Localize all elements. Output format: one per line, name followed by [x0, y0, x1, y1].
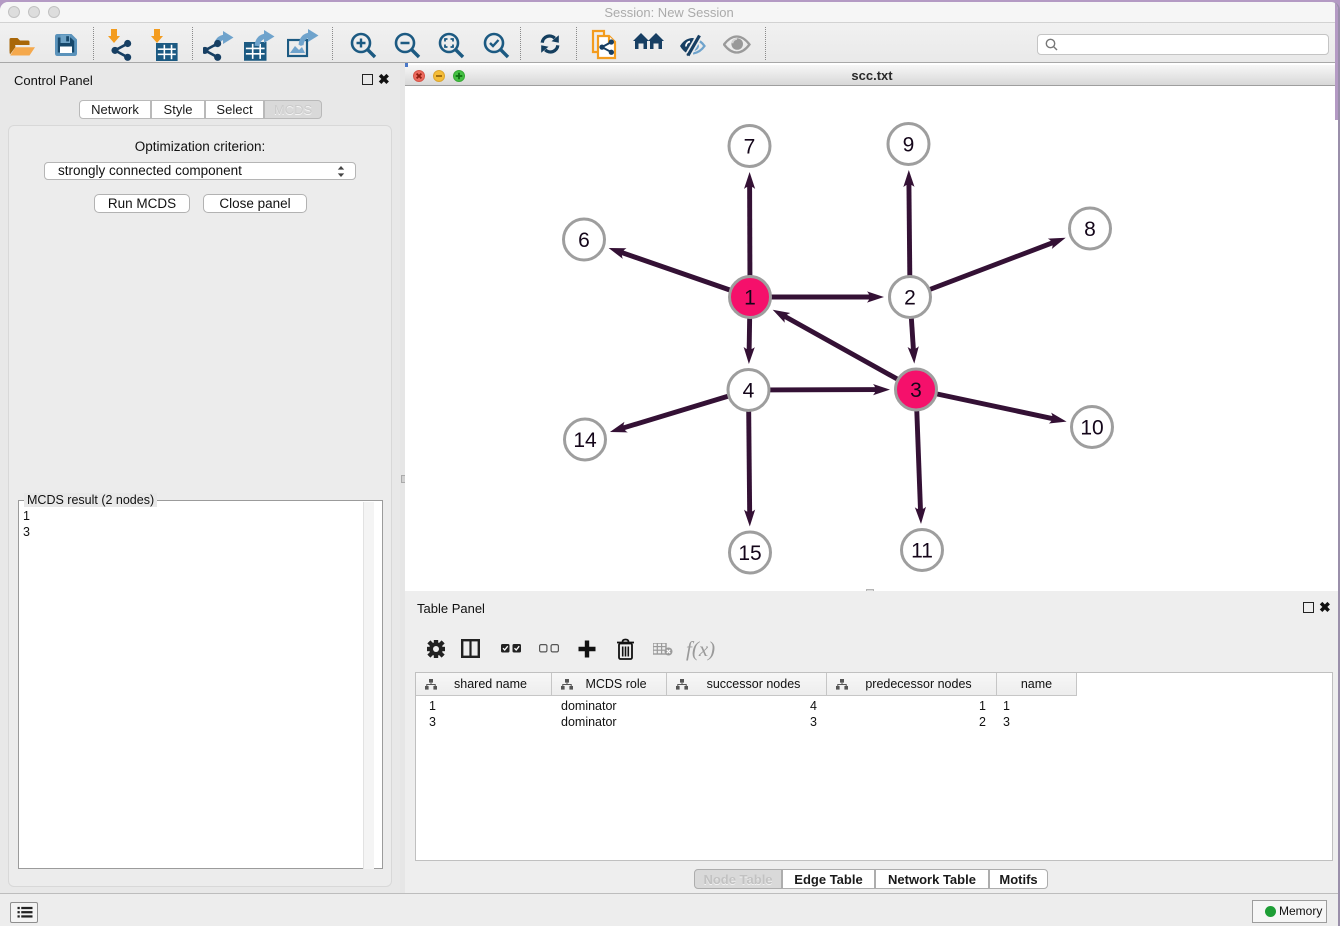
svg-text:15: 15: [738, 542, 761, 565]
svg-text:11: 11: [911, 540, 933, 563]
svg-text:8: 8: [1084, 218, 1096, 241]
svg-text:10: 10: [1080, 417, 1103, 440]
svg-text:2: 2: [904, 287, 916, 310]
svg-text:9: 9: [903, 134, 915, 157]
svg-text:14: 14: [573, 429, 597, 452]
svg-text:6: 6: [578, 229, 590, 252]
svg-text:4: 4: [743, 380, 755, 403]
svg-text:3: 3: [910, 379, 922, 402]
svg-text:1: 1: [744, 287, 756, 310]
svg-text:7: 7: [744, 136, 756, 159]
